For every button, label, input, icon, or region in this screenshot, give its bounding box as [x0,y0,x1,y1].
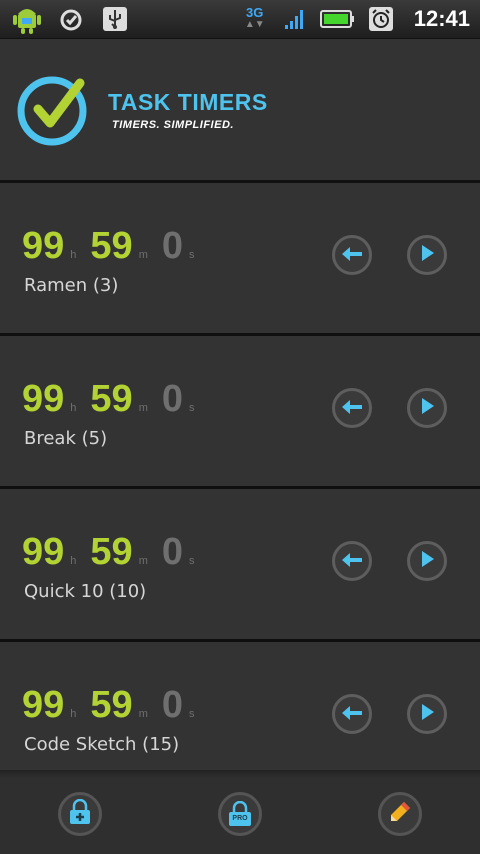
minutes-unit: m [138,555,148,567]
hours-value: 99 [22,531,65,573]
seconds-value: 0 [161,684,183,726]
bottom-action-bar: PRO [0,770,480,854]
hours-value: 99 [22,378,65,420]
timer-row-ramen[interactable]: 99 h 59 m 0 s Ramen (3) [0,183,480,336]
play-icon [420,551,434,571]
seconds-value: 0 [161,225,183,267]
timer-row-break[interactable]: 99 h 59 m 0 s Break (5) [0,336,480,489]
timer-countdown: 99 h 59 m 0 s [22,378,209,420]
minutes-unit: m [138,708,148,720]
play-icon [420,245,434,265]
play-icon [420,704,434,724]
task-timers-logo-icon [16,71,92,147]
alarm-icon [366,4,396,34]
pro-label: PRO [232,815,248,822]
status-clock: 12:41 [413,6,470,31]
timer-name: Break (5) [24,428,108,449]
minutes-value: 59 [90,225,133,267]
timer-name: Code Sketch (15) [24,734,180,755]
seconds-value: 0 [161,378,183,420]
lock-plus-icon [68,798,92,829]
play-button[interactable] [407,541,447,581]
play-button[interactable] [407,388,447,428]
arrow-left-icon [342,705,362,724]
minutes-value: 59 [90,531,133,573]
signal-strength-icon [280,4,310,34]
reset-button[interactable] [332,541,372,581]
android-icon [12,4,42,34]
timer-notification-icon [56,4,86,34]
timer-row-quick-10[interactable]: 99 h 59 m 0 s Quick 10 (10) [0,489,480,642]
timer-countdown: 99 h 59 m 0 s [22,684,209,726]
battery-icon [319,4,356,34]
hours-unit: h [70,708,77,720]
hours-unit: h [70,555,77,567]
arrow-left-icon [342,246,362,265]
pencil-icon [388,800,412,828]
hours-unit: h [70,249,77,261]
add-timer-button[interactable] [58,792,102,836]
arrow-left-icon [342,552,362,571]
app-title: TASK TIMERS [108,89,268,115]
minutes-unit: m [138,249,148,261]
app-header: TASK TIMERS TIMERS. SIMPLIFIED. [0,39,480,183]
timer-name: Ramen (3) [24,275,119,296]
timer-countdown: 99 h 59 m 0 s [22,531,209,573]
usb-icon [100,4,130,34]
minutes-value: 59 [90,684,133,726]
app-subtitle: TIMERS. SIMPLIFIED. [112,119,234,131]
status-bar: 3G ▲▼ 12:41 [0,0,480,39]
reset-button[interactable] [332,235,372,275]
play-button[interactable] [407,235,447,275]
seconds-value: 0 [161,531,183,573]
timer-countdown: 99 h 59 m 0 s [22,225,209,267]
seconds-unit: s [189,708,195,720]
minutes-value: 59 [90,378,133,420]
hours-value: 99 [22,225,65,267]
timer-name: Quick 10 (10) [24,581,147,602]
edit-button[interactable] [378,792,422,836]
minutes-unit: m [138,402,148,414]
arrow-left-icon [342,399,362,418]
lock-pro-icon: PRO [228,801,252,827]
timer-row-code-sketch[interactable]: 99 h 59 m 0 s Code Sketch (15) [0,642,480,770]
reset-button[interactable] [332,694,372,734]
pro-unlock-button[interactable]: PRO [218,792,262,836]
hours-value: 99 [22,684,65,726]
seconds-unit: s [189,402,195,414]
3g-data-icon: 3G ▲▼ [244,5,265,30]
seconds-unit: s [189,249,195,261]
play-icon [420,398,434,418]
play-button[interactable] [407,694,447,734]
reset-button[interactable] [332,388,372,428]
seconds-unit: s [189,555,195,567]
hours-unit: h [70,402,77,414]
